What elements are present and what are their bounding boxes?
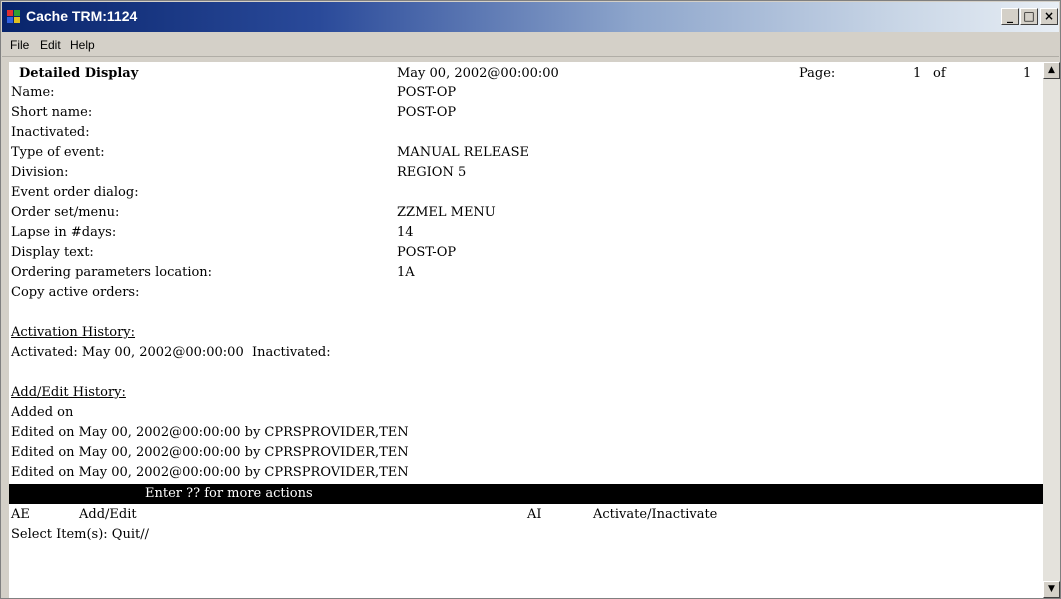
field-value: ZZMEL MENU <box>397 205 496 220</box>
action-code-activate[interactable]: AI <box>527 505 542 525</box>
screen-title: Detailed Display <box>19 66 139 81</box>
activation-history-line: Activated: May 00, 2002@00:00:00 Inactiv… <box>11 345 331 360</box>
field-value: POST-OP <box>397 105 457 120</box>
field-value: REGION 5 <box>397 165 467 180</box>
menu-help[interactable]: Help <box>70 38 95 52</box>
window-title: Cache TRM:1124 <box>26 8 138 24</box>
edit-history-heading: Add/Edit History: <box>11 385 126 400</box>
minimize-button[interactable]: _ <box>1001 8 1019 25</box>
header-date: May 00, 2002@00:00:00 <box>397 66 559 81</box>
field-label: Name: <box>11 85 55 100</box>
select-item-prompt[interactable]: Select Item(s): Quit// <box>11 525 149 545</box>
field-label: Type of event: <box>11 145 105 160</box>
field-label: Inactivated: <box>11 125 90 140</box>
edit-history-line: Edited on May 00, 2002@00:00:00 by CPRSP… <box>11 425 409 440</box>
edit-history-line: Added on <box>11 405 74 420</box>
page-of: of <box>933 66 946 81</box>
close-button[interactable]: × <box>1040 8 1058 25</box>
edit-history-line: Edited on May 00, 2002@00:00:00 by CPRSP… <box>11 445 409 460</box>
terminal-window: Cache TRM:1124 _ □ × File Edit Help Deta… <box>0 0 1061 599</box>
field-value: MANUAL RELEASE <box>397 145 529 160</box>
field-label: Display text: <box>11 245 94 260</box>
field-value: POST-OP <box>397 85 457 100</box>
page-total: 1 <box>1023 66 1032 81</box>
status-bar-text: Enter ?? for more actions <box>145 486 313 501</box>
scroll-up-icon[interactable]: ▲ <box>1043 62 1060 79</box>
menu-edit[interactable]: Edit <box>40 38 61 52</box>
title-bar[interactable]: Cache TRM:1124 _ □ × <box>2 2 1059 32</box>
field-value: POST-OP <box>397 245 457 260</box>
field-label: Lapse in #days: <box>11 225 117 240</box>
cache-app-icon[interactable] <box>7 10 21 24</box>
menu-file[interactable]: File <box>10 38 29 52</box>
field-label: Order set/menu: <box>11 205 120 220</box>
scroll-down-icon[interactable]: ▼ <box>1043 581 1060 598</box>
page-label: Page: <box>799 66 836 81</box>
field-label: Copy active orders: <box>11 285 140 300</box>
action-label-activate[interactable]: Activate/Inactivate <box>593 505 717 525</box>
field-label: Event order dialog: <box>11 185 139 200</box>
field-label: Division: <box>11 165 69 180</box>
activation-history-heading: Activation History: <box>11 325 136 340</box>
edit-history-line: Edited on May 00, 2002@00:00:00 by CPRSP… <box>11 465 409 480</box>
page-current: 1 <box>913 66 922 81</box>
menu-bar: File Edit Help <box>2 34 1059 57</box>
action-label-add-edit[interactable]: Add/Edit <box>79 505 137 525</box>
field-label: Ordering parameters location: <box>11 265 213 280</box>
maximize-button[interactable]: □ <box>1020 8 1038 25</box>
field-value: 14 <box>397 225 414 240</box>
field-value: 1A <box>397 265 415 280</box>
terminal-screen[interactable]: Detailed Display May 00, 2002@00:00:00 P… <box>9 62 1043 598</box>
status-bar: Enter ?? for more actions <box>9 484 1043 504</box>
vertical-scrollbar[interactable]: ▲ ▼ <box>1043 62 1060 598</box>
field-label: Short name: <box>11 105 93 120</box>
action-code-add-edit[interactable]: AE <box>11 505 30 525</box>
